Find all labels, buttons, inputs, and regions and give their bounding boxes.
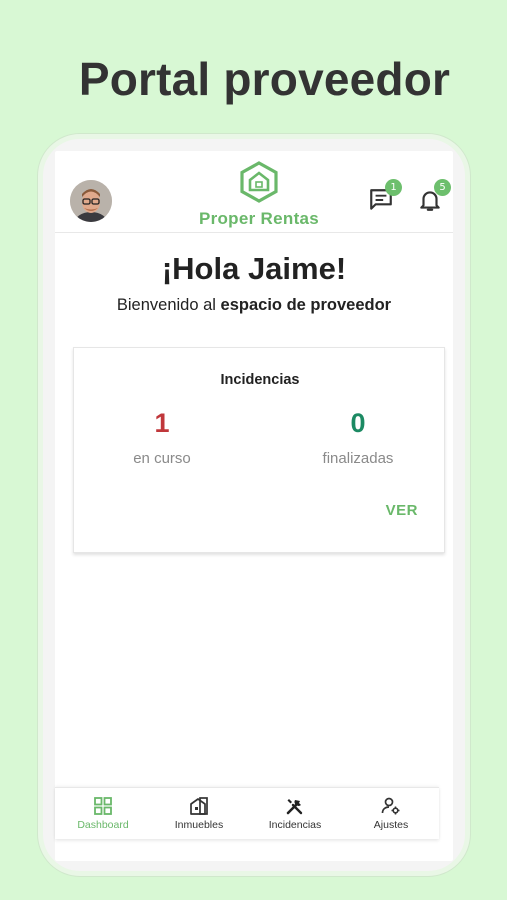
in-progress-label: en curso <box>133 450 191 467</box>
logo-text: Proper Rentas <box>198 209 320 228</box>
welcome-bold: espacio de proveedor <box>220 296 392 314</box>
view-incidents-button[interactable]: VER <box>386 502 418 519</box>
nav-label-inmuebles: Inmuebles <box>174 819 224 831</box>
notifications-badge: 5 <box>434 179 451 196</box>
nav-label-ajustes: Ajustes <box>373 819 409 831</box>
nav-item-ajustes[interactable]: Ajustes <box>343 788 439 839</box>
tools-icon <box>286 799 303 815</box>
bottom-nav: Dashboard Inmuebles Incidencias Ajustes <box>55 787 439 839</box>
app-screen: Proper Rentas 1 5 ¡Hola Jaime! Bienvenid… <box>55 151 453 861</box>
finished-label: finalizadas <box>322 450 394 467</box>
stat-finished: 0 finalizadas <box>278 406 438 467</box>
finished-count: 0 <box>350 408 366 438</box>
nav-item-incidencias[interactable]: Incidencias <box>247 788 343 839</box>
notifications-button[interactable]: 5 <box>417 179 451 213</box>
welcome-prefix: Bienvenido al <box>116 296 221 314</box>
incidents-card: Incidencias 1 en curso 0 finalizadas VER <box>73 347 445 553</box>
nav-item-inmuebles[interactable]: Inmuebles <box>151 788 247 839</box>
user-settings-icon <box>381 797 400 815</box>
building-icon <box>190 797 208 815</box>
card-title: Incidencias <box>220 372 300 388</box>
avatar[interactable] <box>70 180 112 222</box>
phone-frame: Proper Rentas 1 5 ¡Hola Jaime! Bienvenid… <box>38 134 470 876</box>
app-header: Proper Rentas 1 5 <box>55 151 453 233</box>
greeting-title: ¡Hola Jaime! <box>161 251 347 286</box>
messages-button[interactable]: 1 <box>368 179 402 213</box>
nav-label-dashboard: Dashboard <box>77 819 129 831</box>
dashboard-icon <box>94 797 112 815</box>
nav-item-dashboard[interactable]: Dashboard <box>55 788 151 839</box>
nav-label-incidencias: Incidencias <box>268 819 322 831</box>
promo-title: Portal proveedor <box>78 53 451 105</box>
welcome-text: Bienvenido al espacio de proveedor <box>55 296 453 315</box>
house-logo-icon <box>240 161 278 203</box>
in-progress-count: 1 <box>154 408 170 438</box>
stat-in-progress: 1 en curso <box>82 406 242 467</box>
app-logo: Proper Rentas <box>189 161 329 231</box>
messages-badge: 1 <box>385 179 402 196</box>
